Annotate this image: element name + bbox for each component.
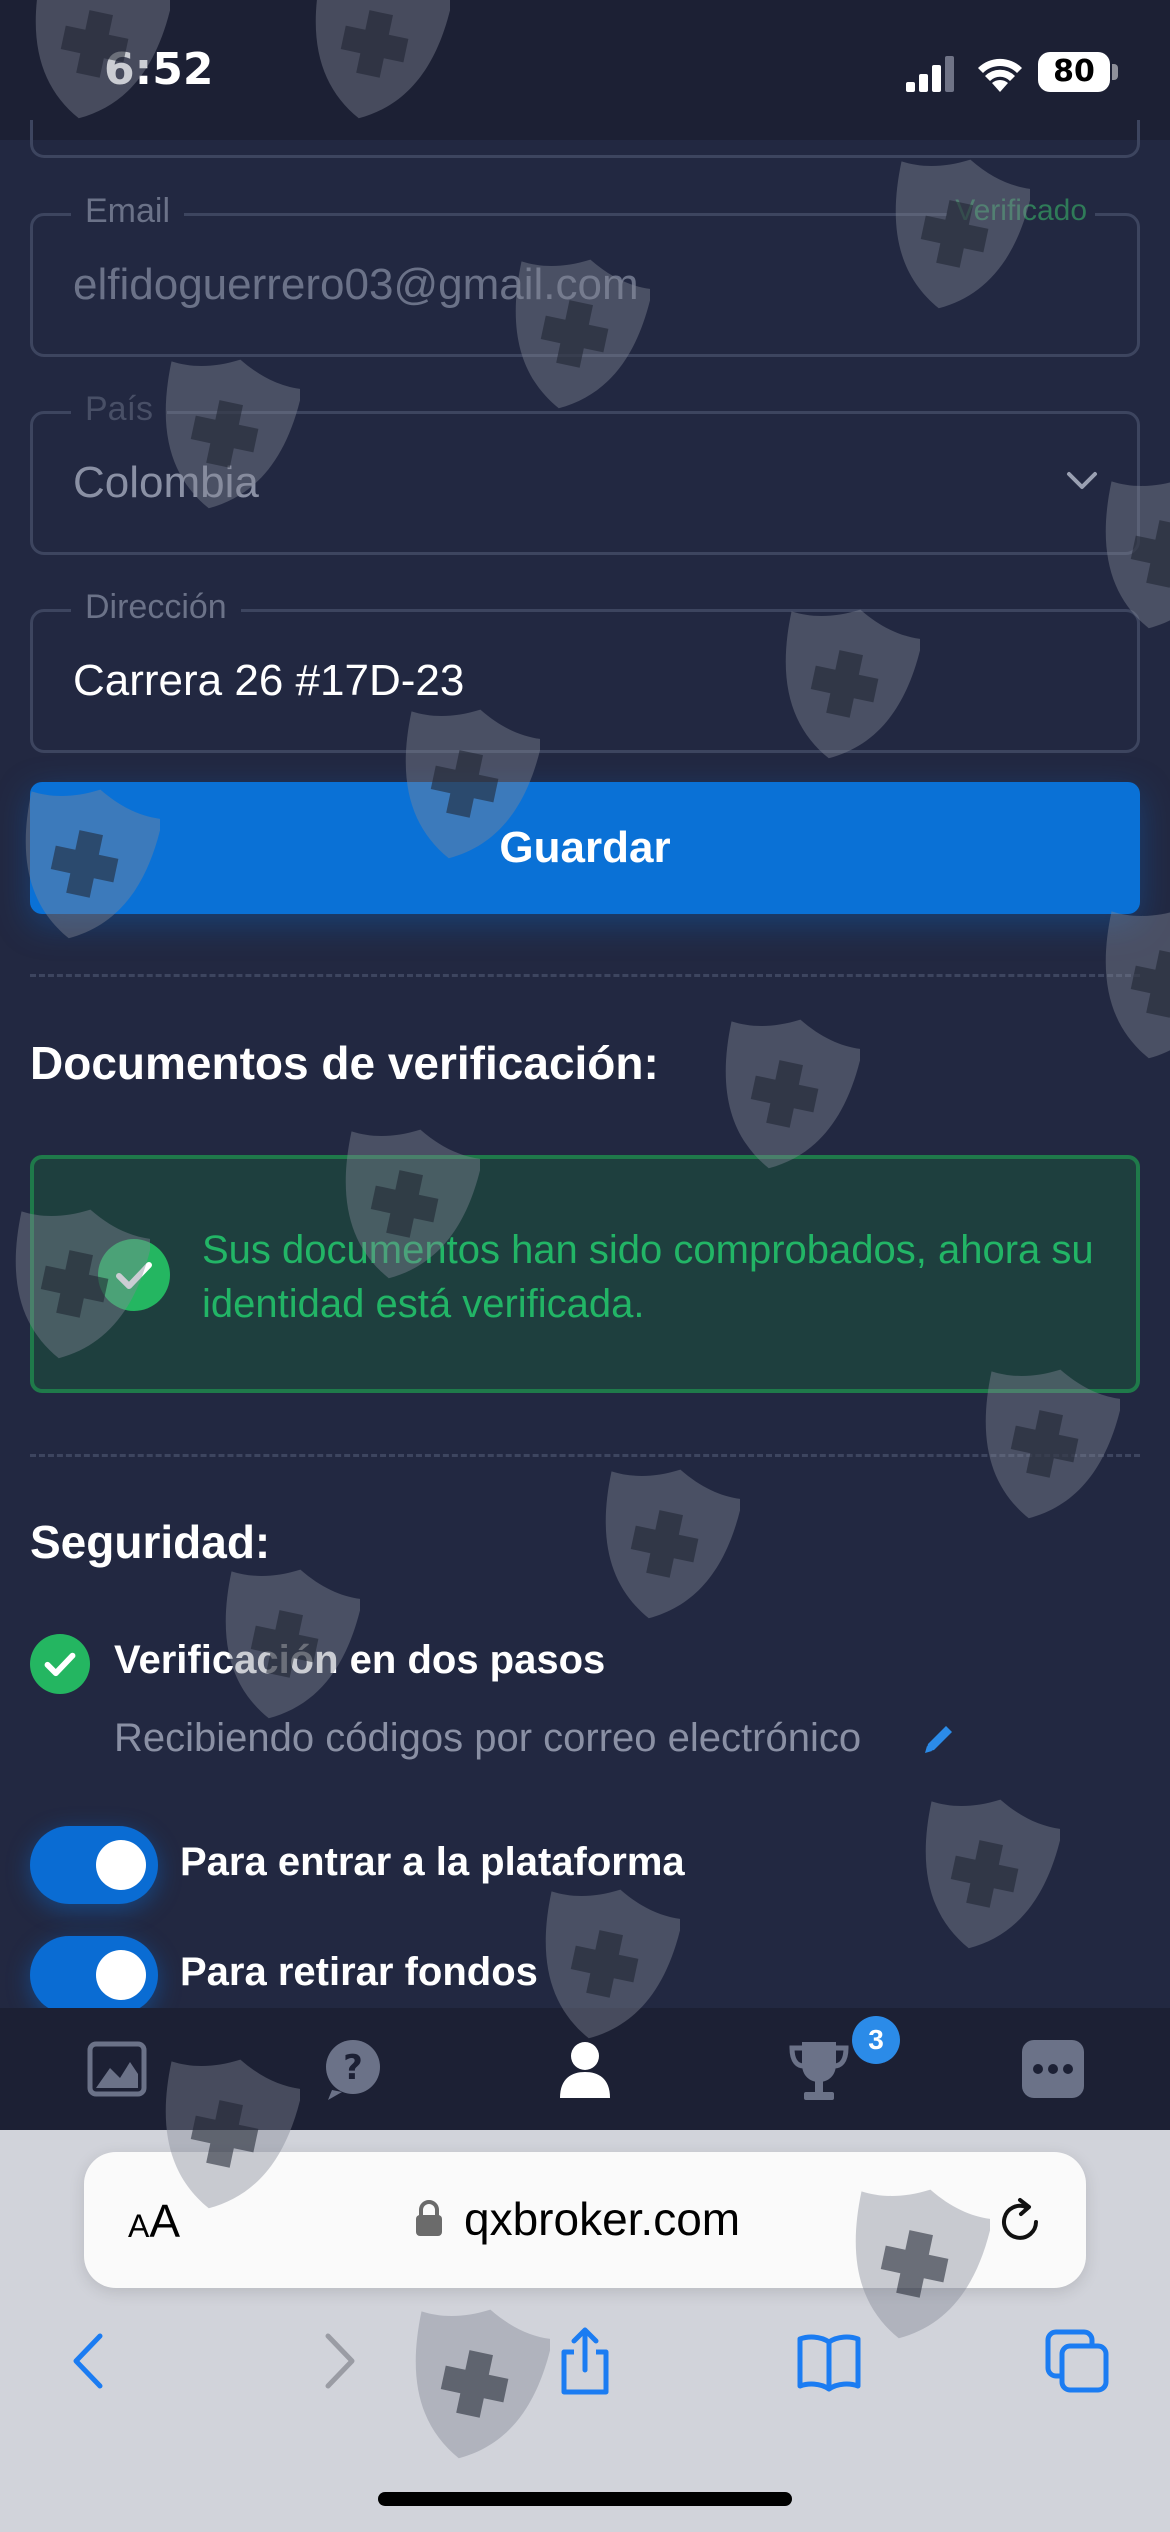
address-value: Carrera 26 #17D-23 (73, 656, 465, 705)
lock-icon (416, 2200, 442, 2236)
text-size-large: A (149, 2195, 181, 2247)
home-indicator (378, 2492, 792, 2506)
email-verified-status: Verificado (947, 194, 1095, 228)
help-icon[interactable]: ? (318, 2034, 388, 2104)
address-label: Dirección (71, 588, 241, 627)
toggle-knob (96, 1840, 146, 1890)
shield-watermark-icon (910, 1790, 1063, 1955)
save-button[interactable]: Guardar (30, 782, 1140, 914)
check-circle-icon (98, 1239, 170, 1311)
security-section-title: Seguridad: (30, 1516, 271, 1568)
toggle-withdraw-2fa[interactable] (30, 1936, 158, 2014)
share-icon[interactable] (552, 2326, 618, 2396)
svg-text:?: ? (343, 2048, 363, 2088)
country-select[interactable]: País Colombia (30, 390, 1140, 555)
more-icon[interactable] (1018, 2034, 1088, 2104)
bookmarks-icon[interactable] (796, 2326, 862, 2396)
text-size-small: A (128, 2208, 150, 2244)
shield-watermark-icon (710, 1010, 863, 1175)
battery-indicator: 80 (1038, 52, 1110, 92)
back-icon[interactable] (56, 2326, 122, 2396)
email-field[interactable]: Email Verificado elfidoguerrero03@gmail.… (30, 192, 1140, 357)
url-text: qxbroker.com (464, 2193, 741, 2245)
profile-icon[interactable] (550, 2034, 620, 2104)
status-time: 6:52 (104, 44, 214, 95)
verification-message: Sus documentos han sido comprobados, aho… (202, 1228, 1094, 1326)
email-label: Email (71, 192, 185, 231)
check-circle-icon (30, 1634, 90, 1694)
forward-icon[interactable] (306, 2326, 372, 2396)
country-value: Colombia (73, 458, 259, 507)
status-bar: 6:52 80 (0, 0, 1170, 140)
previous-field-edge (30, 120, 1140, 158)
app-tab-bar: ? (0, 2008, 1170, 2130)
battery-tip (1112, 64, 1118, 80)
toggle-withdraw-label: Para retirar fondos (180, 1950, 538, 1994)
shield-watermark-icon (590, 1460, 743, 1625)
country-label: País (71, 390, 168, 429)
tabs-icon[interactable] (1044, 2326, 1110, 2396)
pencil-icon[interactable] (920, 1720, 958, 1758)
address-field[interactable]: Dirección Carrera 26 #17D-23 (30, 588, 1140, 753)
verification-section-title: Documentos de verificación: (30, 1037, 659, 1089)
address-bar[interactable]: AA qxbroker.com (84, 2152, 1086, 2288)
toggle-knob (96, 1950, 146, 2000)
divider (30, 1454, 1140, 1457)
shield-watermark-icon (1090, 900, 1170, 1065)
chart-icon[interactable] (82, 2034, 152, 2104)
wifi-icon (978, 58, 1022, 92)
verification-status-box: Sus documentos han sido comprobados, aho… (30, 1155, 1140, 1393)
divider (30, 974, 1140, 977)
signal-icon (906, 56, 954, 92)
two-factor-subtitle: Recibiendo códigos por correo electrónic… (114, 1716, 862, 1760)
email-value: elfidoguerrero03@gmail.com (73, 260, 639, 309)
two-factor-title: Verificación en dos pasos (114, 1638, 606, 1682)
chevron-down-icon (1067, 472, 1097, 489)
toggle-login-2fa[interactable] (30, 1826, 158, 1904)
trophy-icon[interactable] (784, 2034, 854, 2104)
reload-icon[interactable] (996, 2196, 1046, 2246)
text-size-button[interactable]: AA (128, 2194, 180, 2248)
trophy-badge: 3 (852, 2016, 900, 2064)
toggle-login-label: Para entrar a la plataforma (180, 1840, 685, 1884)
